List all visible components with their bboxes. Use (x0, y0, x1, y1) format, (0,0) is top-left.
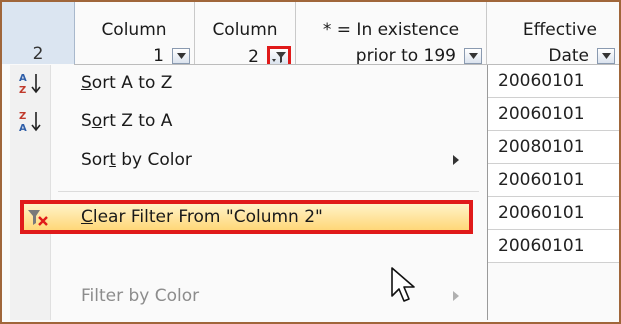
mouse-pointer-icon (391, 267, 415, 302)
svg-text:A: A (19, 123, 27, 133)
column-header-subtitle: 1 (153, 46, 164, 66)
table-cell[interactable]: 20060101 (487, 164, 619, 197)
sort-ascending-icon: A Z (19, 73, 41, 95)
filter-dropdown-button[interactable] (172, 48, 190, 64)
table-cell[interactable]: 20060101 (487, 98, 619, 131)
chevron-down-icon (468, 53, 478, 59)
submenu-arrow-icon (453, 291, 459, 301)
column-header-4: Effective Date (487, 2, 619, 66)
filter-dropdown-button[interactable] (464, 48, 482, 64)
table-cell[interactable]: 20060101 (487, 197, 619, 230)
clear-filter-icon (28, 210, 48, 226)
menu-item-sort-a-to-z[interactable]: A Z Sort A to Z (10, 67, 487, 99)
table-cell[interactable]: 20060101 (487, 65, 619, 98)
filter-funnel-icon (272, 51, 286, 63)
sort-descending-icon: Z A (19, 111, 41, 133)
svg-text:A: A (19, 73, 27, 84)
effective-date-column: 20060101 20060101 20080101 20060101 2006… (487, 65, 619, 263)
menu-item-label: Sort A to Z (81, 73, 173, 93)
column-header-title: * = In existence (322, 20, 460, 40)
menu-item-label: Filter by Color (81, 286, 200, 306)
row-header[interactable]: 2 (2, 2, 75, 64)
column-header-2: Column 2 (195, 2, 296, 67)
table-cell[interactable]: 20060101 (487, 230, 619, 263)
menu-separator (58, 191, 479, 192)
column-header-1: Column 1 (74, 2, 195, 66)
excel-filter-screenshot: 2 Column 1 Column 2 * = In existence pri… (0, 0, 621, 324)
table-cell[interactable]: 20080101 (487, 131, 619, 164)
menu-item-label: Sort Z to A (81, 111, 173, 131)
column-header-subtitle: prior to 199 (355, 46, 456, 66)
chevron-down-icon (601, 53, 611, 59)
chevron-down-icon (176, 53, 186, 59)
filter-dropdown-button[interactable] (597, 48, 615, 64)
column-header-3: * = In existence prior to 199 (296, 2, 487, 66)
column-header-subtitle: Date (548, 46, 589, 66)
column-header-title: Column (212, 20, 278, 40)
menu-item-sort-by-color[interactable]: Sort by Color (10, 144, 487, 176)
column-header-title: Effective (522, 20, 597, 40)
menu-item-label: Sort by Color (81, 150, 192, 170)
svg-text:Z: Z (19, 85, 26, 95)
submenu-arrow-icon (453, 155, 459, 165)
svg-text:Z: Z (19, 111, 26, 122)
column-header-title: Column (101, 20, 167, 40)
row-number: 2 (32, 44, 44, 64)
menu-item-sort-z-to-a[interactable]: Z A Sort Z to A (10, 105, 487, 137)
menu-item-label: Clear Filter From "Column 2" (81, 207, 323, 227)
menu-item-clear-filter[interactable]: Clear Filter From "Column 2" (20, 200, 473, 234)
